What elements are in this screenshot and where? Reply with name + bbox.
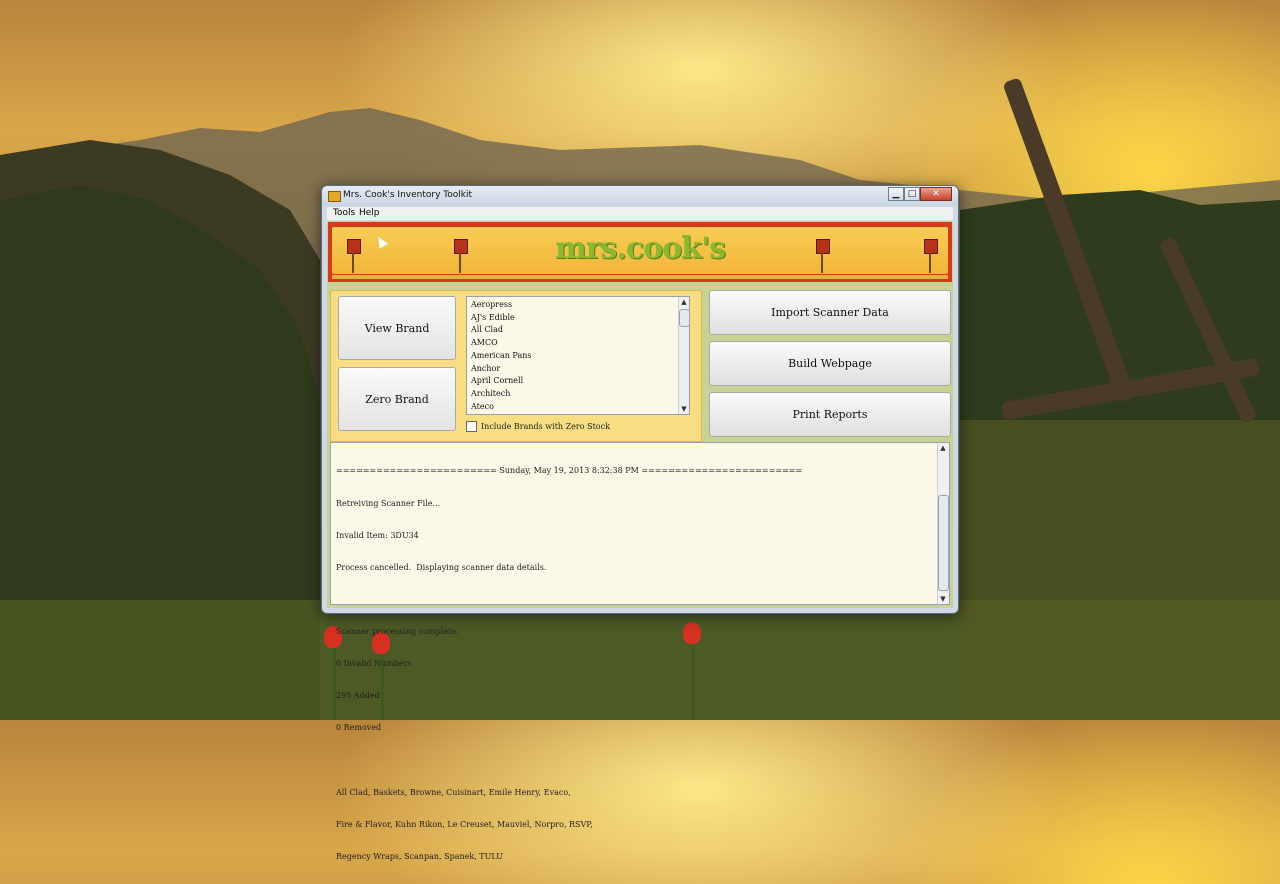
list-item[interactable]: Anchor — [471, 363, 531, 376]
zero-stock-label: Include Brands with Zero Stock — [481, 422, 610, 431]
window-title: Mrs. Cook's Inventory Toolkit — [343, 190, 472, 200]
list-item[interactable]: AJ's Edible — [471, 312, 531, 325]
log-text: ======================== Sunday, May 19,… — [336, 445, 935, 884]
list-item[interactable]: AMCO — [471, 337, 531, 350]
build-webpage-button[interactable]: Build Webpage — [709, 341, 951, 386]
log-line: Fire & Flavor, Kuhn Rikon, Le Creuset, M… — [336, 819, 593, 829]
app-icon — [328, 191, 341, 202]
hanging-sign-icon — [816, 239, 830, 254]
list-item[interactable]: All Clad — [471, 324, 531, 337]
scroll-thumb[interactable] — [679, 309, 690, 327]
sign-post — [821, 253, 823, 273]
sign-post — [929, 253, 931, 273]
brand-panel: View Brand Zero Brand Aeropress AJ's Edi… — [330, 290, 702, 442]
scroll-down-icon[interactable]: ▼ — [939, 595, 947, 603]
hanging-sign-icon — [924, 239, 938, 254]
brand-listbox[interactable]: Aeropress AJ's Edible All Clad AMCO Amer… — [466, 296, 690, 415]
mrs-cooks-logo: mrs.cook's — [554, 231, 726, 266]
list-item[interactable]: Architech — [471, 388, 531, 401]
print-reports-button[interactable]: Print Reports — [709, 392, 951, 437]
menu-help[interactable]: Help — [359, 208, 380, 218]
sign-post — [352, 253, 354, 273]
list-item[interactable]: Ateco — [471, 401, 531, 414]
brand-list-scrollbar[interactable]: ▲ ▼ — [678, 297, 690, 414]
list-item[interactable]: Aeropress — [471, 299, 531, 312]
scroll-up-icon[interactable]: ▲ — [680, 298, 688, 306]
list-item[interactable]: American Pans — [471, 350, 531, 363]
import-scanner-data-button[interactable]: Import Scanner Data — [709, 290, 951, 335]
scroll-thumb[interactable] — [938, 495, 949, 591]
close-icon[interactable]: ✕ — [920, 187, 952, 201]
brand-list: Aeropress AJ's Edible All Clad AMCO Amer… — [471, 299, 531, 413]
log-line: 295 Added — [336, 691, 380, 701]
scroll-up-icon[interactable]: ▲ — [939, 444, 947, 452]
banner-inner: mrs.cook's — [332, 227, 948, 274]
activity-log[interactable]: ======================== Sunday, May 19,… — [330, 442, 950, 861]
zero-stock-checkbox[interactable] — [466, 421, 477, 432]
menu-tools[interactable]: Tools — [333, 208, 355, 218]
brand-banner: mrs.cook's — [328, 222, 952, 282]
scroll-down-icon[interactable]: ▼ — [680, 405, 688, 413]
sign-post — [459, 253, 461, 273]
list-item[interactable]: April Cornell — [471, 375, 531, 388]
hanging-sign-icon — [347, 239, 361, 254]
log-line: Retreiving Scanner File... — [336, 498, 441, 508]
log-line: ======================== Sunday, May 19,… — [336, 466, 803, 476]
log-line: All Clad, Baskets, Browne, Cuisinart, Em… — [336, 787, 571, 797]
zero-stock-option[interactable]: Include Brands with Zero Stock — [466, 421, 610, 432]
zero-brand-button[interactable]: Zero Brand — [338, 367, 456, 431]
log-line: Regency Wraps, Scanpan, Spanek, TULU — [336, 851, 503, 861]
log-line: 0 Removed — [336, 723, 382, 733]
log-scrollbar[interactable]: ▲ ▼ — [937, 443, 949, 604]
log-line: Invalid Item: 3DU34 — [336, 530, 419, 540]
main-content: mrs.cook's View Brand Zero Brand Aeropre… — [327, 221, 953, 861]
minimize-icon[interactable]: ▁ — [888, 187, 904, 201]
view-brand-button[interactable]: View Brand — [338, 296, 456, 360]
hanging-sign-icon — [454, 239, 468, 254]
log-line: 0 Invalid Numbers — [336, 659, 412, 669]
maximize-icon[interactable]: □ — [904, 187, 920, 201]
inventory-toolkit-window: Mrs. Cook's Inventory Toolkit ▁ □ ✕ Tool… — [321, 185, 959, 861]
log-line: Scanner processing complete. — [336, 626, 459, 636]
banner-strip — [332, 275, 948, 279]
title-bar[interactable]: Mrs. Cook's Inventory Toolkit ▁ □ ✕ — [322, 186, 958, 206]
log-line: Process cancelled. Displaying scanner da… — [336, 562, 547, 572]
menu-bar: Tools Help — [327, 207, 953, 220]
